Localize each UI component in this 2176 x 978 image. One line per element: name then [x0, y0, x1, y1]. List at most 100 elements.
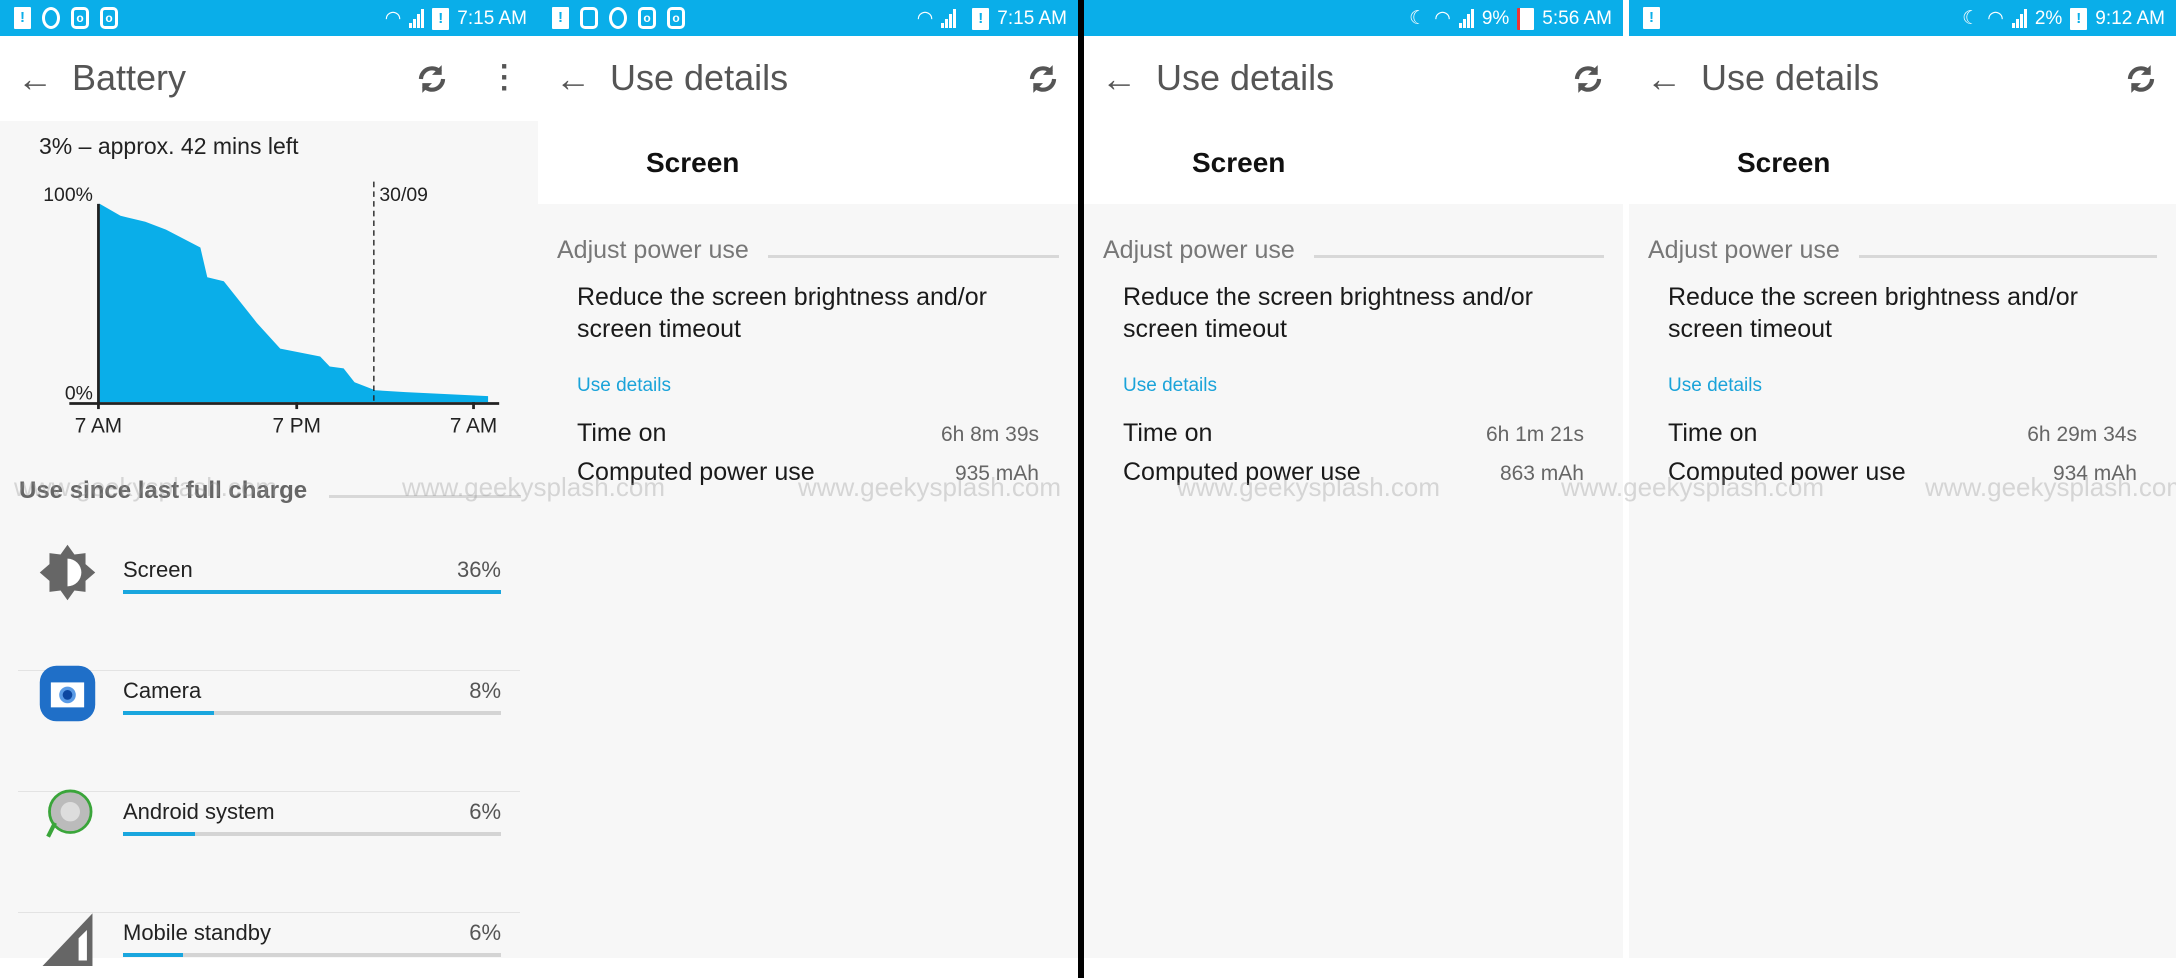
usage-item-mobile-standby[interactable]: Mobile standby 6% [18, 913, 520, 973]
battery-alert-icon: ! [14, 7, 31, 29]
usage-percent: 6% [469, 799, 501, 824]
battery-icon: ! [972, 7, 990, 30]
time-on-value: 6h 29m 34s [2027, 423, 2137, 446]
usage-item-screen[interactable]: Screen 36% [18, 544, 520, 671]
usage-label: Screen [123, 557, 193, 582]
usage-bar [123, 711, 501, 715]
do-not-disturb-moon-icon: ☾ [1962, 8, 1980, 29]
battery-level-area [98, 203, 489, 403]
app-bar: ← Use details [1629, 36, 2176, 121]
usage-bar [123, 590, 501, 594]
back-arrow-icon[interactable]: ← [1101, 58, 1137, 100]
divider [768, 255, 1059, 258]
usage-item-camera[interactable]: Camera 8% [18, 665, 520, 792]
back-arrow-icon[interactable]: ← [1646, 58, 1682, 100]
y-tick-label: 100% [43, 184, 93, 206]
more-options-icon[interactable]: · · · [500, 52, 510, 104]
signal-icon [409, 9, 425, 28]
date-marker-label: 30/09 [379, 184, 428, 206]
refresh-icon[interactable] [1025, 61, 1061, 97]
refresh-icon[interactable] [414, 61, 450, 97]
do-not-disturb-moon-icon: ☾ [1409, 8, 1427, 29]
usage-label: Android system [123, 799, 275, 824]
app-bar: ← Use details [538, 36, 1078, 121]
usage-bar-fill [123, 953, 184, 957]
wifi-icon: ◠ [916, 8, 934, 29]
app-bar: ← Use details [1084, 36, 1623, 121]
usage-percent: 6% [469, 920, 501, 945]
use-details-link[interactable]: Use details [1123, 375, 1217, 397]
tip-text: Reduce the screen brightness and/or [1123, 283, 1533, 311]
app-bar: ← Battery · · · [0, 36, 538, 121]
tip-text-2: screen timeout [577, 315, 741, 343]
back-arrow-icon[interactable]: ← [555, 58, 591, 100]
refresh-icon[interactable] [1570, 61, 1606, 97]
usage-bar-fill [123, 832, 195, 836]
refresh-icon[interactable] [2123, 61, 2159, 97]
status-bar: ! o o ◠ ! 7:15 AM [538, 0, 1078, 36]
signal-icon [1458, 9, 1474, 28]
app-name: Screen [646, 147, 740, 178]
time-on-value: 6h 8m 39s [940, 423, 1039, 446]
watermark: www.geekysplash.com [402, 472, 665, 502]
instagram-icon: o [100, 7, 118, 29]
page-title: Use details [1701, 57, 1880, 98]
x-tick-label: 7 AM [450, 415, 497, 438]
app-name: Screen [1192, 147, 1286, 178]
time-on-label: Time on [1668, 419, 1758, 447]
app-name: Screen [1737, 147, 1831, 178]
page-title: Use details [1156, 57, 1335, 98]
section-header: Adjust power use [1103, 236, 1295, 264]
battery-alert-icon: ! [552, 7, 569, 29]
whatsapp-icon [609, 7, 627, 29]
x-tick-label: 7 PM [272, 415, 321, 438]
wifi-icon: ◠ [384, 8, 402, 29]
signal-icon [2011, 9, 2027, 28]
battery-alert-icon: ! [1643, 7, 1660, 29]
status-time: 5:56 AM [1542, 7, 1612, 29]
status-time: 7:15 AM [997, 7, 1067, 29]
tip-text: Reduce the screen brightness and/or [577, 283, 987, 311]
battery-percent: 9% [1481, 7, 1510, 29]
use-details-link[interactable]: Use details [1668, 375, 1762, 397]
back-arrow-icon[interactable]: ← [17, 58, 53, 100]
status-bar: ! o o ◠ ! 7:15 AM [0, 0, 538, 36]
battery-chart: 30/09 100% 0% 7 AM 7 PM 7 AM [43, 181, 500, 438]
page-title: Battery [72, 57, 187, 98]
time-on-label: Time on [577, 419, 667, 447]
usage-bar-fill [123, 590, 501, 594]
battery-icon: ! [432, 7, 450, 30]
battery-icon [1517, 7, 1535, 30]
watermark: www.geekysplash.com [1925, 472, 2176, 502]
usage-label: Mobile standby [123, 920, 271, 945]
status-bar: ☾ ◠ 9% 5:56 AM [1084, 0, 1623, 36]
wifi-icon: ◠ [1434, 8, 1451, 29]
divider [1314, 255, 1604, 258]
battery-remaining: 3% – approx. 42 mins left [39, 133, 299, 159]
tip-text-2: screen timeout [1123, 315, 1287, 343]
status-bar: ! ☾ ◠ 2% ! 9:12 AM [1629, 0, 2176, 36]
android-system-icon [37, 784, 98, 845]
signal-icon [941, 9, 957, 28]
usage-bar [123, 953, 501, 957]
x-tick-label: 7 AM [75, 415, 122, 438]
watermark: www.geekysplash.com [798, 472, 1061, 502]
time-on-label: Time on [1123, 419, 1213, 447]
watermark: www.geekysplash.com [14, 472, 277, 502]
whatsapp-icon [42, 7, 60, 29]
battery-percent: 2% [2034, 7, 2063, 29]
usage-item-android-system[interactable]: Android system 6% [18, 789, 520, 913]
usage-bar-fill [123, 711, 214, 715]
usage-percent: 36% [456, 557, 501, 582]
tip-text-2: screen timeout [1668, 315, 1832, 343]
tip-text: Reduce the screen brightness and/or [1668, 283, 2078, 311]
status-time: 7:15 AM [457, 7, 527, 29]
y-tick-label: 0% [65, 382, 93, 404]
section-header: Adjust power use [557, 236, 749, 264]
watermark: www.geekysplash.com [1561, 472, 1824, 502]
screenshot-collage: ! o o ◠ ! 7:15 AM ← Battery · · · 3% – app… [0, 0, 2176, 978]
wifi-icon: ◠ [1987, 8, 2004, 29]
section-header: Adjust power use [1648, 236, 1840, 264]
use-details-link[interactable]: Use details [577, 375, 671, 397]
divider [1859, 255, 2157, 258]
